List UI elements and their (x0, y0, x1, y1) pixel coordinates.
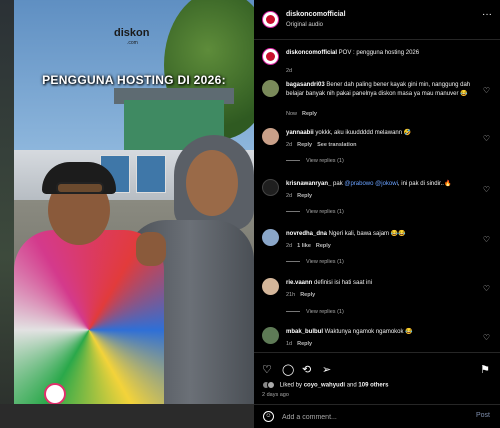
comment-time: 2d (286, 193, 293, 199)
reply-button[interactable]: Reply (297, 193, 312, 199)
backdrop-bottom (0, 404, 254, 428)
avatar[interactable] (262, 128, 279, 145)
view-replies-button[interactable]: View replies (1) (286, 209, 344, 215)
comments-list: diskoncomofficial POV : pengguna hosting… (254, 40, 500, 352)
comment-time: 1d (286, 341, 293, 347)
caption-body: POV : pengguna hosting 2026 (337, 50, 420, 56)
comment-text: krisnawanryan_ pak @prabowo @jokowi, ini… (286, 180, 476, 189)
avatar[interactable] (262, 327, 279, 344)
likes-prefix: Liked by (279, 382, 304, 389)
comment-body: yokkk, aku ikuuddddd melawann 🤣 (313, 130, 412, 136)
comment-time: Now (286, 111, 298, 117)
comment-username[interactable]: mbak_bulbul (286, 329, 323, 335)
header-audio[interactable]: Original audio (286, 22, 323, 28)
comment-body: Waktunya ngamok ngamokok 😂 (323, 329, 413, 335)
liker-avatar (267, 381, 275, 389)
comment-meta: 1d Reply (286, 341, 317, 347)
heart-icon[interactable]: ♡ (483, 86, 490, 95)
caption-username[interactable]: diskoncomofficial (286, 50, 337, 56)
avatar[interactable] (262, 11, 279, 28)
heart-icon[interactable]: ♡ (483, 134, 490, 143)
heart-icon[interactable]: ♡ (483, 284, 490, 293)
comments-panel: diskoncomofficial Original audio ··· dis… (254, 0, 500, 428)
likes-count[interactable]: 109 others (358, 383, 388, 389)
comment-meta: 2d Reply See translation (286, 142, 362, 148)
comment-time: 2d (286, 142, 293, 148)
comment-meta: 2d 1 like Reply (286, 243, 336, 249)
comment-body: definisi isi hati saat ini (312, 280, 373, 286)
likes-user[interactable]: coyo_wahyudi (304, 383, 345, 389)
caption-text: diskoncomofficial POV : pengguna hosting… (286, 49, 476, 58)
heart-icon[interactable]: ♡ (483, 235, 490, 244)
view-replies-button[interactable]: View replies (1) (286, 309, 344, 315)
person-right-face (186, 150, 238, 216)
person-left-glasses (56, 182, 104, 194)
heart-icon[interactable]: ♡ (483, 333, 490, 342)
mention-link[interactable]: @jokowi (375, 181, 398, 187)
media-overlay-title: PENGGUNA HOSTING DI 2026: (42, 73, 226, 87)
person-hand (136, 232, 166, 266)
post-time: 2 days ago (262, 392, 289, 398)
comment-meta: 21h Reply (286, 292, 320, 298)
avatar[interactable] (262, 229, 279, 246)
view-replies-button[interactable]: View replies (1) (286, 158, 344, 164)
comment-meta: Now Reply (286, 111, 322, 117)
heart-icon[interactable]: ♡ (262, 363, 272, 376)
avatar[interactable] (262, 48, 279, 65)
view-replies-button[interactable]: View replies (1) (286, 259, 344, 265)
mention-link[interactable]: @prabowo (344, 181, 373, 187)
likes-summary: Liked by coyo_wahyudi and 109 others (262, 381, 388, 389)
reply-button[interactable]: Reply (297, 142, 312, 148)
comment-meta: 2d Reply (286, 193, 317, 199)
comment-username[interactable]: novredha_dna (286, 231, 327, 237)
comment-text: yannaabii yokkk, aku ikuuddddd melawann … (286, 129, 476, 138)
media-watermark: diskon (114, 27, 150, 39)
media-watermark-sub: .com (127, 40, 138, 46)
caption-meta: 2d (286, 68, 297, 74)
emoji-icon[interactable]: ☺ (263, 411, 274, 422)
comment-username[interactable]: krisnawanryan_ (286, 181, 331, 187)
post-button[interactable]: Post (476, 412, 490, 419)
comment-time: 2d (286, 243, 293, 249)
media-profile-badge-icon (44, 383, 66, 405)
avatar[interactable] (262, 179, 279, 196)
post-header: diskoncomofficial Original audio ··· (254, 0, 500, 40)
reply-button[interactable]: Reply (316, 243, 331, 249)
reply-button[interactable]: Reply (300, 292, 315, 298)
post-media[interactable]: diskon .com PENGGUNA HOSTING DI 2026: 🔇 (14, 0, 254, 428)
comment-body: , ini pak di sindir..🔥 (397, 181, 452, 187)
repost-icon[interactable]: ⟲ (302, 363, 311, 376)
avatar[interactable] (262, 80, 279, 97)
comment-time: 21h (286, 292, 296, 298)
comment-icon[interactable]: ◯ (282, 363, 294, 376)
post-actions: ♡ ◯ ⟲ ➢ ⚑ Liked by coyo_wahyudi and 109 … (254, 352, 500, 404)
heart-icon[interactable]: ♡ (483, 185, 490, 194)
comment-body: pak (331, 181, 345, 187)
caption-time: 2d (286, 68, 293, 74)
comment-username[interactable]: rie.vaann (286, 280, 312, 286)
comment-username[interactable]: yannaabii (286, 130, 314, 136)
comment-text: bagasandri03 Bener dah paling bener kaya… (286, 81, 476, 98)
comment-text: novredha_dna Ngeri kali, bawa sajam 😂😂 (286, 230, 476, 239)
add-comment-bar: ☺ Post (254, 404, 500, 428)
comment-text: mbak_bulbul Waktunya ngamok ngamokok 😂 (286, 328, 476, 337)
likes-middle: and (345, 382, 359, 389)
backdrop-left (0, 0, 14, 428)
avatar[interactable] (262, 278, 279, 295)
more-options-icon[interactable]: ··· (482, 10, 492, 20)
see-translation-button[interactable]: See translation (317, 142, 356, 148)
comment-likes[interactable]: 1 like (297, 243, 311, 249)
media-sign (136, 155, 166, 193)
reply-button[interactable]: Reply (302, 111, 317, 117)
comment-input[interactable] (282, 410, 462, 424)
comment-username[interactable]: bagasandri03 (286, 82, 325, 88)
header-username[interactable]: diskoncomofficial (286, 11, 346, 18)
send-icon[interactable]: ➢ (322, 363, 331, 376)
comment-body: Ngeri kali, bawa sajam 😂😂 (327, 231, 406, 237)
reply-button[interactable]: Reply (297, 341, 312, 347)
bookmark-icon[interactable]: ⚑ (480, 363, 490, 376)
comment-text: rie.vaann definisi isi hati saat ini (286, 279, 476, 288)
